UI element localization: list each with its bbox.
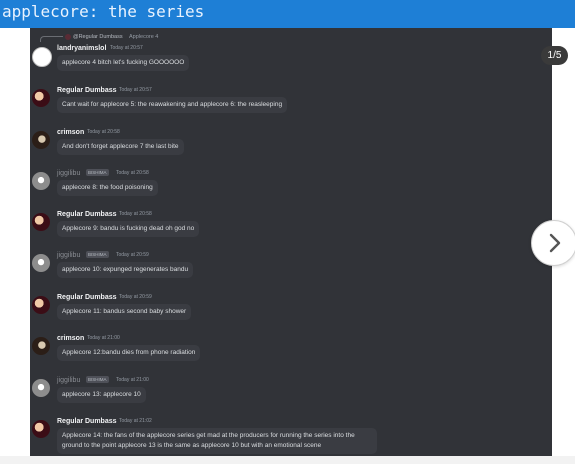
message-timestamp: Today at 20:58 — [87, 129, 120, 135]
avatar[interactable] — [32, 337, 50, 355]
role-tag: BISHIMA — [86, 376, 109, 383]
message-author[interactable]: Regular Dumbass — [57, 210, 117, 219]
next-slide-button[interactable] — [531, 220, 575, 266]
message-author[interactable]: Regular Dumbass — [57, 293, 117, 302]
message-timestamp: Today at 20:59 — [116, 252, 149, 258]
message-text: applecore 10: expunged regenerates bandu — [57, 262, 194, 278]
message-text: Applecore 11: bandus second baby shower — [57, 304, 192, 320]
avatar[interactable] — [32, 131, 50, 149]
message-timestamp: Today at 20:58 — [116, 170, 149, 176]
role-tag: BISHIMA — [86, 169, 109, 176]
reply-connector — [40, 36, 63, 42]
message-author[interactable]: Regular Dumbass — [57, 86, 117, 95]
reply-author: @Regular Dumbass — [73, 34, 123, 40]
message-text: Cant wait for applecore 5: the reawakeni… — [57, 97, 288, 113]
message-text: applecore 13: applecore 10 — [57, 387, 146, 403]
message-text: Applecore 14: the fans of the applecore … — [57, 428, 377, 454]
message-text: applecore 8: the food poisoning — [57, 180, 158, 196]
message-author[interactable]: crimson — [57, 334, 84, 343]
message-author[interactable]: crimson — [57, 128, 84, 137]
role-tag: BISHIMA — [86, 251, 109, 258]
slide-counter: 1/5 — [541, 46, 568, 65]
reply-avatar — [65, 34, 71, 40]
avatar[interactable] — [32, 213, 50, 231]
avatar[interactable] — [32, 47, 52, 67]
reply-text: Applecore 4 — [129, 34, 159, 40]
message-text: applecore 4 bitch let's fucking GOOOOOO — [57, 55, 190, 71]
message-text: Applecore 12:bandu dies from phone radia… — [57, 345, 201, 361]
avatar[interactable] — [32, 89, 50, 107]
message-timestamp: Today at 20:57 — [119, 87, 152, 93]
message-text: And don't forget applecore 7 the last bi… — [57, 139, 184, 155]
chevron-right-icon — [549, 233, 561, 253]
message-author[interactable]: jiggilibu — [57, 376, 80, 385]
avatar[interactable] — [32, 379, 50, 397]
message-timestamp: Today at 21:02 — [119, 418, 152, 424]
message-timestamp: Today at 21:00 — [87, 335, 120, 341]
message-author[interactable]: landryanimslol — [57, 44, 106, 53]
avatar[interactable] — [32, 172, 50, 190]
page-title: applecore: the series — [2, 2, 205, 21]
message-text: Applecore 9: bandu is fucking dead oh go… — [57, 221, 200, 237]
avatar[interactable] — [32, 296, 50, 314]
avatar[interactable] — [32, 420, 50, 438]
message-author[interactable]: jiggilibu — [57, 251, 80, 260]
reply-preview[interactable]: @Regular Dumbass Applecore 4 — [30, 32, 552, 42]
message-timestamp: Today at 20:57 — [110, 45, 143, 51]
message-author[interactable]: Regular Dumbass — [57, 417, 117, 426]
message-timestamp: Today at 20:58 — [119, 211, 152, 217]
avatar[interactable] — [32, 254, 50, 272]
bottom-strip — [0, 456, 575, 464]
message-author[interactable]: jiggilibu — [57, 169, 80, 178]
top-bar: applecore: the series — [0, 0, 575, 28]
chat-screenshot: @Regular Dumbass Applecore 4 landryanims… — [30, 28, 552, 456]
message-timestamp: Today at 20:59 — [119, 294, 152, 300]
message-timestamp: Today at 21:00 — [116, 377, 149, 383]
